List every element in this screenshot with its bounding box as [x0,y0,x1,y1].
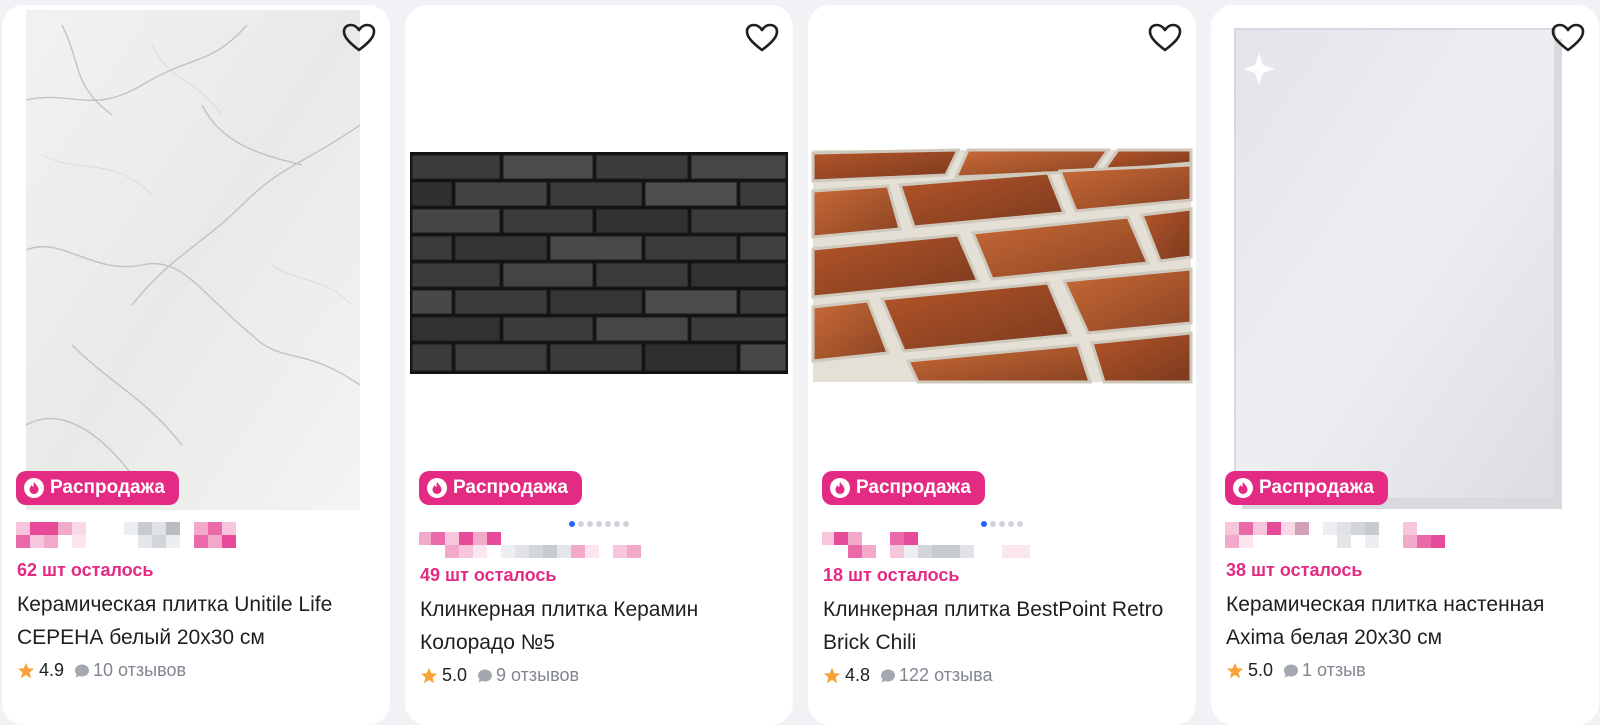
stock-remaining: 62 шт осталось [17,560,154,581]
star-icon [823,667,841,683]
blurred-price [1225,522,1445,548]
rating-value: 5.0 [1248,660,1274,680]
product-title[interactable]: Керамическая плитка Unitile Life СЕРЕНА … [17,588,382,654]
rating-row: 4.8 122 отзыва [823,665,993,686]
flame-icon [830,478,850,498]
blurred-price [822,532,1030,558]
carousel-dot[interactable] [605,521,611,527]
sale-badge: Распродажа [419,471,582,505]
carousel-dot[interactable] [1017,521,1023,527]
carousel-dot[interactable] [990,521,996,527]
carousel-dot[interactable] [578,521,584,527]
stock-remaining: 38 шт осталось [1226,560,1363,581]
product-image[interactable] [1211,5,1599,515]
stock-remaining: 49 шт осталось [420,565,557,586]
carousel-dot[interactable] [999,521,1005,527]
favorite-button[interactable] [1549,19,1587,57]
favorite-button[interactable] [340,19,378,57]
product-image[interactable] [2,5,390,515]
stock-text: шт осталось [445,565,557,585]
reviews-count[interactable]: 10 отзывов [93,660,186,681]
flame-icon [427,478,447,498]
speech-bubble-icon [478,669,493,682]
star-icon [420,667,438,683]
sale-badge-label: Распродажа [453,477,568,498]
stock-remaining: 18 шт осталось [823,565,960,586]
rating-value: 5.0 [442,665,468,685]
blurred-price [16,522,236,548]
star-icon [17,662,35,678]
speech-bubble-icon [75,664,90,677]
heart-outline-icon [342,23,376,52]
sale-badge-label: Распродажа [50,477,165,498]
reviews-count[interactable]: 122 отзыва [899,665,992,686]
carousel-dot[interactable] [623,521,629,527]
rating-row: 5.0 1 отзыв [1226,660,1366,681]
product-card[interactable]: Распродажа 18 шт осталось Клинкерная пли… [808,5,1196,725]
carousel-dot[interactable] [981,521,987,527]
white-glossy-tile-image [1234,28,1562,509]
speech-bubble-icon [1284,664,1299,677]
product-title[interactable]: Клинкерная плитка BestPoint Retro Brick … [823,593,1188,659]
sale-badge: Распродажа [822,471,985,505]
stock-text: шт осталось [848,565,960,585]
rating-value: 4.8 [845,665,871,685]
carousel-dot[interactable] [614,521,620,527]
white-marble-image [25,10,361,510]
sale-badge: Распродажа [1225,471,1388,505]
product-card[interactable]: Распродажа 49 шт осталось Клинкерная пли… [405,5,793,725]
rating-value: 4.9 [39,660,65,680]
favorite-button[interactable] [743,19,781,57]
image-carousel-dots[interactable] [808,521,1196,527]
sale-badge: Распродажа [16,471,179,505]
heart-outline-icon [1148,23,1182,52]
stock-count: 38 [1226,560,1247,580]
red-brick-image [811,148,1193,384]
product-title[interactable]: Керамическая плитка настенная Axima бела… [1226,588,1591,654]
carousel-dot[interactable] [569,521,575,527]
carousel-dot[interactable] [596,521,602,527]
star-icon [1226,662,1244,678]
rating-row: 5.0 9 отзывов [420,665,579,686]
stock-count: 18 [823,565,844,585]
flame-icon [24,478,44,498]
reviews-count[interactable]: 1 отзыв [1302,660,1366,681]
product-card[interactable]: Распродажа 62 шт осталось Керамическая п… [2,5,390,725]
stock-count: 62 [17,560,38,580]
stock-text: шт осталось [42,560,154,580]
favorite-button[interactable] [1146,19,1184,57]
sale-badge-label: Распродажа [1259,477,1374,498]
stock-count: 49 [420,565,441,585]
product-card[interactable]: Распродажа 38 шт осталось Керамическая п… [1211,5,1599,725]
heart-outline-icon [745,23,779,52]
stock-text: шт осталось [1251,560,1363,580]
carousel-dot[interactable] [587,521,593,527]
blurred-price [419,532,641,558]
flame-icon [1233,478,1253,498]
black-brick-image [410,152,788,374]
reviews-count[interactable]: 9 отзывов [496,665,579,686]
heart-outline-icon [1551,23,1585,52]
sale-badge-label: Распродажа [856,477,971,498]
speech-bubble-icon [881,669,896,682]
product-image[interactable] [405,5,793,515]
rating-row: 4.9 10 отзывов [17,660,186,681]
product-image[interactable] [808,5,1196,515]
carousel-dot[interactable] [1008,521,1014,527]
product-title[interactable]: Клинкерная плитка Керамин Колорадо №5 [420,593,785,659]
image-carousel-dots[interactable] [405,521,793,527]
